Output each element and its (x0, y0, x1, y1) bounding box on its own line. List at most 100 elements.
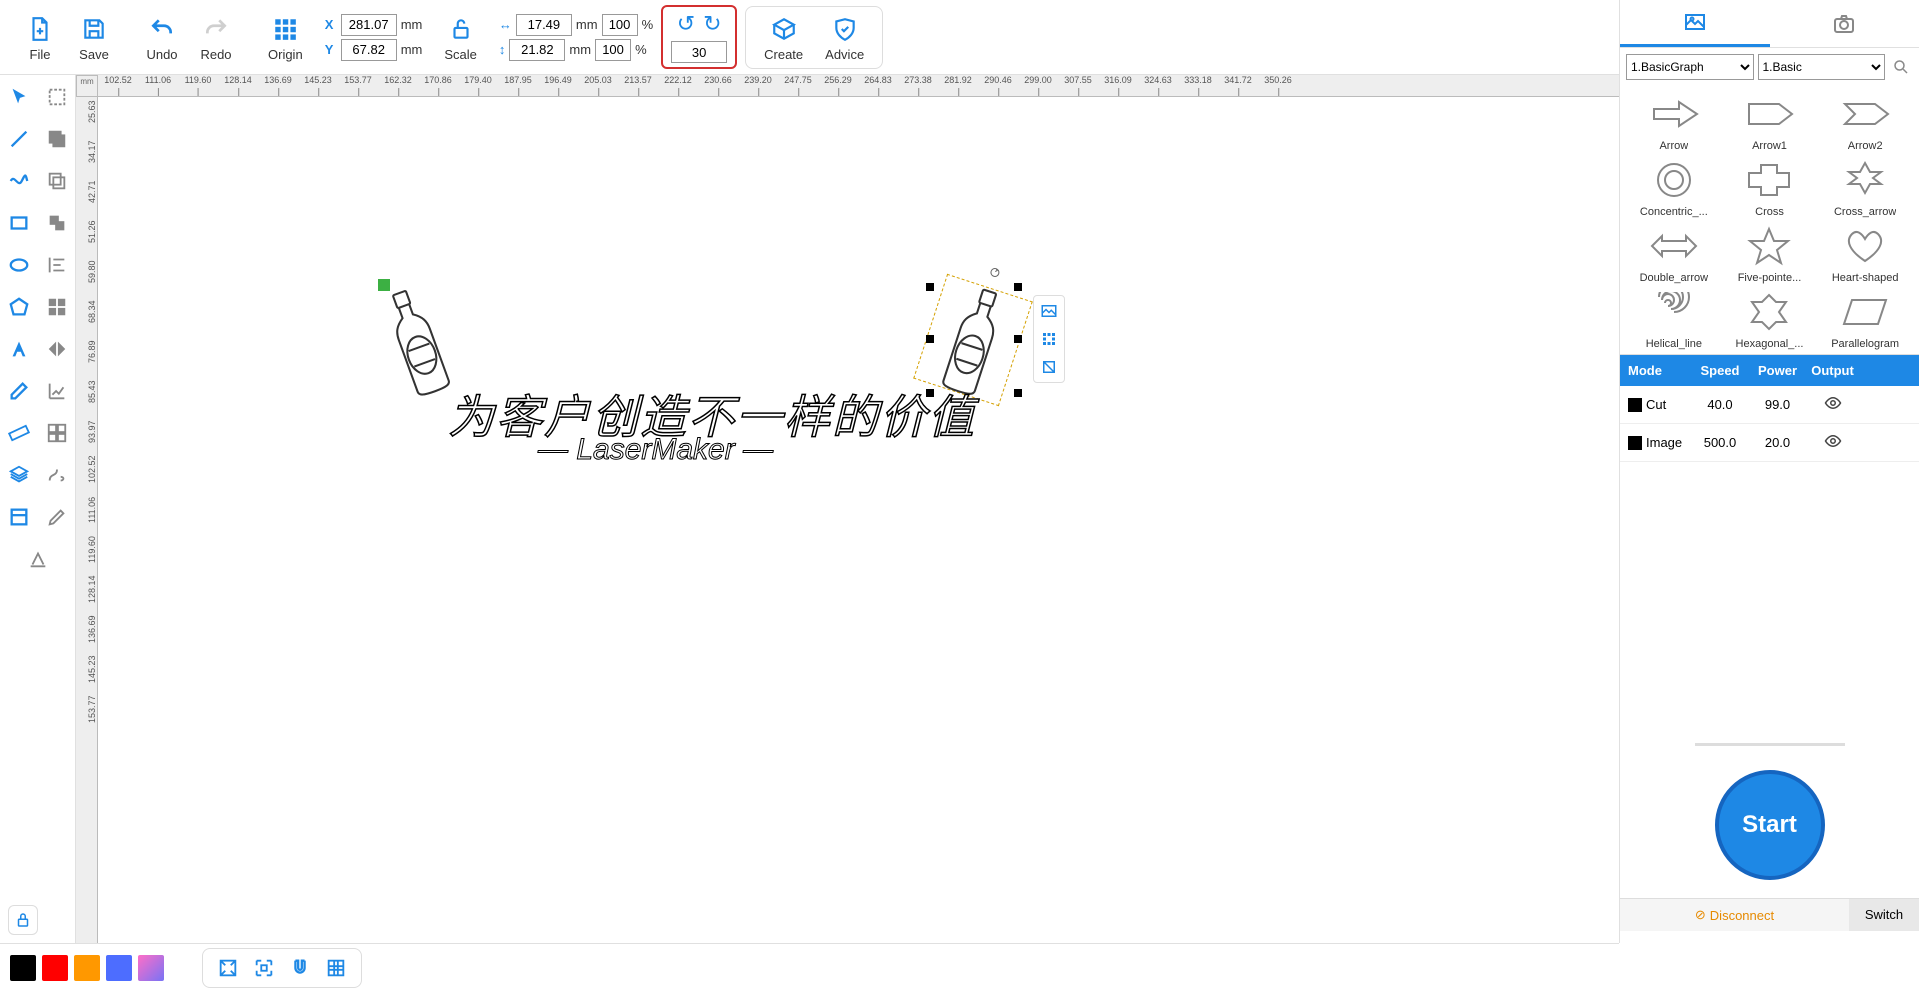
snap-button[interactable] (287, 955, 313, 981)
y-input[interactable] (341, 39, 397, 61)
shape-icon (1739, 222, 1799, 270)
chart-tool[interactable] (43, 377, 71, 405)
canvas-text-en[interactable]: — LaserMaker — (538, 433, 773, 467)
shape-icon (1835, 90, 1895, 138)
layer-color-swatch[interactable] (1628, 398, 1642, 412)
ruler-tick: 68.34 (87, 300, 97, 323)
align-tool[interactable] (43, 251, 71, 279)
rotate-input[interactable] (671, 41, 727, 63)
switch-button[interactable]: Switch (1849, 899, 1919, 931)
zoom-selection-button[interactable] (251, 955, 277, 981)
layer-visibility-toggle[interactable] (1805, 424, 1860, 461)
shape-item[interactable]: Helical_line (1628, 288, 1720, 350)
shape-item[interactable]: Cross (1724, 156, 1816, 218)
layer-color-swatch[interactable] (1628, 436, 1642, 450)
rotate-handle[interactable] (988, 264, 1003, 279)
shape-item[interactable]: Double_arrow (1628, 222, 1720, 284)
shape-search-button[interactable] (1889, 55, 1913, 79)
start-button[interactable]: Start (1715, 770, 1825, 880)
tab-camera[interactable] (1770, 0, 1919, 47)
rotate-cw-button[interactable]: ↻ (703, 11, 721, 37)
lock-button[interactable] (8, 905, 38, 935)
canvas[interactable]: 为客户创造不一样的价值 — LaserMaker — (98, 97, 1619, 943)
create-button[interactable]: Create (756, 11, 811, 64)
ruler-horizontal: 102.52111.06119.60128.14136.69145.23153.… (98, 75, 1619, 97)
crop-tool[interactable] (5, 503, 33, 531)
fit-screen-button[interactable] (215, 955, 241, 981)
shape-item[interactable]: Arrow (1628, 90, 1720, 152)
shape-item[interactable]: Heart-shaped (1819, 222, 1911, 284)
measure-tool[interactable] (5, 419, 33, 447)
action-crop-button[interactable] (1038, 356, 1060, 378)
pen-tool[interactable] (43, 503, 71, 531)
sel-handle-nw[interactable] (926, 283, 934, 291)
save-button[interactable]: Save (70, 11, 118, 64)
divider (1695, 743, 1845, 746)
grid-toggle-button[interactable] (323, 955, 349, 981)
action-image-button[interactable] (1038, 300, 1060, 322)
undo-button[interactable]: Undo (138, 11, 186, 64)
color-swatch[interactable] (42, 955, 68, 981)
sel-handle-w[interactable] (926, 335, 934, 343)
layer-row[interactable]: Cut40.099.0 (1620, 386, 1919, 424)
fill-tool[interactable] (43, 125, 71, 153)
ellipse-tool[interactable] (5, 251, 33, 279)
curve-tool[interactable] (5, 167, 33, 195)
duplicate-tool[interactable] (43, 209, 71, 237)
advice-button[interactable]: Advice (817, 11, 872, 64)
array-tool[interactable] (43, 419, 71, 447)
width-input[interactable] (516, 14, 572, 36)
redo-button[interactable]: Redo (192, 11, 240, 64)
save-icon (81, 13, 107, 45)
ruler-tick: 273.38 (904, 75, 932, 85)
action-trace-button[interactable] (1038, 328, 1060, 350)
color-swatch[interactable] (138, 955, 164, 981)
origin-marker[interactable] (378, 279, 390, 291)
layer-visibility-toggle[interactable] (1805, 386, 1860, 423)
redo-icon (203, 13, 229, 45)
x-input[interactable] (341, 14, 397, 36)
curve2-tool[interactable] (43, 461, 71, 489)
shape-item[interactable]: Hexagonal_... (1724, 288, 1816, 350)
shape-item[interactable]: Parallelogram (1819, 288, 1911, 350)
file-button[interactable]: File (16, 11, 64, 64)
shape-item[interactable]: Concentric_... (1628, 156, 1720, 218)
shape-label: Hexagonal_... (1736, 338, 1804, 350)
scale-button[interactable]: Scale (436, 11, 485, 64)
shape-item[interactable]: Cross_arrow (1819, 156, 1911, 218)
marquee-tool[interactable] (43, 83, 71, 111)
line-tool[interactable] (5, 125, 33, 153)
tab-shapes[interactable] (1620, 0, 1770, 47)
polygon-tool[interactable] (5, 293, 33, 321)
shape-item[interactable]: Arrow1 (1724, 90, 1816, 152)
misc-tool[interactable] (24, 545, 52, 573)
color-swatch[interactable] (106, 955, 132, 981)
undo-label: Undo (146, 47, 177, 62)
eraser-tool[interactable] (5, 377, 33, 405)
copy-tool[interactable] (43, 167, 71, 195)
layer-row[interactable]: Image500.020.0 (1620, 424, 1919, 462)
shape-item[interactable]: Arrow2 (1819, 90, 1911, 152)
text-tool[interactable] (5, 335, 33, 363)
rect-tool[interactable] (5, 209, 33, 237)
shape-category-2[interactable]: 1.Basic (1758, 54, 1886, 80)
select-tool[interactable] (5, 83, 33, 111)
rotate-ccw-button[interactable]: ↺ (677, 11, 695, 37)
shape-category-1[interactable]: 1.BasicGraph (1626, 54, 1754, 80)
height-pct-input[interactable] (595, 39, 631, 61)
sel-handle-ne[interactable] (1014, 283, 1022, 291)
ruler-tick: 350.26 (1264, 75, 1292, 85)
color-swatch[interactable] (74, 955, 100, 981)
layers-tool[interactable] (5, 461, 33, 489)
mirror-tool[interactable] (43, 335, 71, 363)
grid-tool[interactable] (43, 293, 71, 321)
width-pct-input[interactable] (602, 14, 638, 36)
sel-handle-se[interactable] (1014, 389, 1022, 397)
shape-item[interactable]: Five-pointe... (1724, 222, 1816, 284)
height-input[interactable] (509, 39, 565, 61)
sel-handle-e[interactable] (1014, 335, 1022, 343)
color-swatch[interactable] (10, 955, 36, 981)
ruler-tick: 59.80 (87, 260, 97, 283)
origin-button[interactable]: Origin (260, 11, 311, 64)
ruler-tick: 179.40 (464, 75, 492, 85)
